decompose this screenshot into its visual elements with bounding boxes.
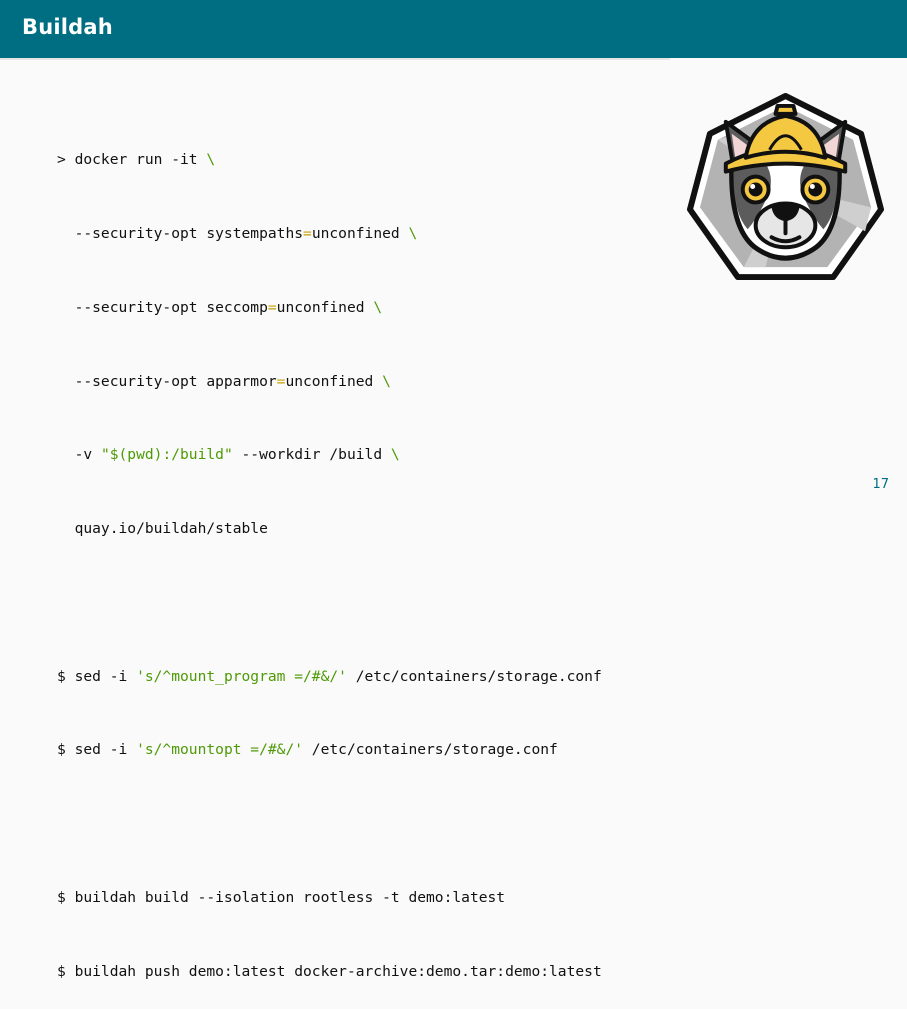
code-operator: = [303,224,312,242]
code-text: --security-opt systempaths [57,224,304,242]
code-line: $ sed -i 's/^mount_program =/#&/' /etc/c… [57,665,602,690]
code-text: > docker run -it [57,151,207,169]
code-text: unconfined [311,224,409,242]
code-text: --security-opt apparmor [57,372,277,390]
code-text: /etc/containers/storage.conf [303,741,558,759]
page-number: 17 [872,477,889,492]
code-text: $ sed -i [57,667,137,685]
code-text: $ buildah push demo:latest docker-archiv… [57,962,602,980]
code-text: -v [57,446,101,464]
code-text: unconfined [276,298,374,316]
header-bar: Buildah [0,0,907,58]
code-text: --workdir /build [232,446,391,464]
code-text: /etc/containers/storage.conf [346,667,602,685]
slide-title: Buildah [22,15,113,39]
code-string: 's/^mountopt =/#&/' [136,741,304,759]
code-string: 's/^mount_program =/#&/' [136,667,347,685]
code-line: $ buildah push demo:latest docker-archiv… [57,960,602,985]
code-line: --security-opt systempaths=unconfined \ [57,222,602,247]
code-string: "$(pwd):/build" [100,446,233,464]
code-text: $ buildah build --isolation rootless -t … [57,889,506,906]
line-continuation: \ [382,372,391,390]
line-continuation: \ [408,224,418,242]
header-divider [0,58,670,60]
code-line: --security-opt seccomp=unconfined \ [57,296,602,321]
line-continuation: \ [390,446,400,464]
code-line: quay.io/buildah/stable [57,517,602,542]
code-line: $ buildah build --isolation rootless -t … [57,886,602,911]
code-text: $ sed -i [57,741,137,759]
code-line: --security-opt apparmor=unconfined \ [57,370,602,395]
code-operator: = [267,298,277,316]
code-line: $ sed -i 's/^mountopt =/#&/' /etc/contai… [57,738,602,763]
code-line: > docker run -it \ [57,148,602,173]
code-block: > docker run -it \ --security-opt system… [57,99,602,1009]
code-text: unconfined [285,372,383,390]
code-line: -v "$(pwd):/build" --workdir /build \ [57,443,602,468]
line-continuation: \ [373,298,383,316]
buildah-dog-logo-icon [686,92,885,281]
code-text: --security-opt seccomp [57,298,268,316]
line-continuation: \ [206,151,216,169]
code-text: quay.io/buildah/stable [57,520,268,538]
